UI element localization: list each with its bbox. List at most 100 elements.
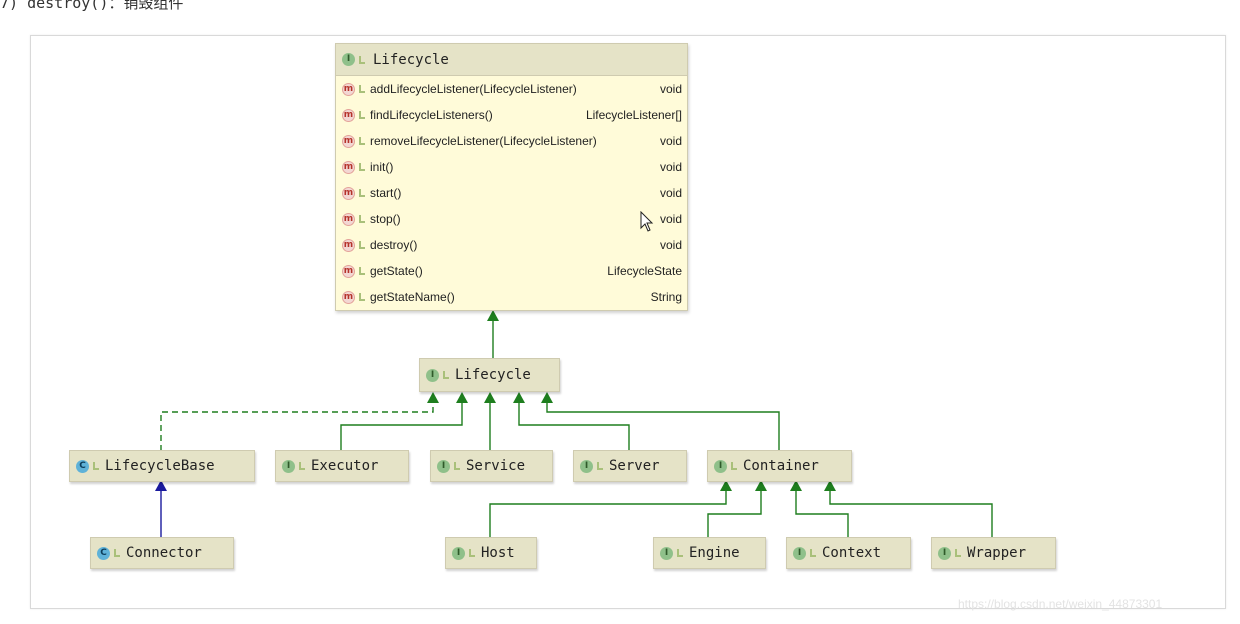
method-name: findLifecycleListeners() [370, 108, 493, 122]
mouse-cursor-icon [640, 211, 654, 232]
public-visibility-icon [359, 293, 365, 301]
method-icon: m [342, 186, 355, 200]
node-lifecycle: I Lifecycle [419, 358, 560, 392]
class-icon: C [97, 546, 110, 560]
public-visibility-icon [955, 549, 961, 557]
interface-icon: I [714, 459, 727, 473]
public-visibility-icon [359, 189, 365, 197]
method-return-type: void [659, 134, 682, 148]
method-icon: m [342, 82, 355, 96]
node-label: Server [609, 458, 660, 474]
node-label: LifecycleBase [105, 458, 215, 474]
edge-service-extends [484, 392, 496, 451]
method-icon: m [342, 108, 355, 122]
edge-connector-extends [155, 480, 167, 538]
method-name: getState() [370, 264, 423, 278]
interface-icon: I [342, 53, 355, 66]
node-label: Context [822, 545, 882, 561]
node-service: I Service [430, 450, 553, 482]
method-return-type: void [659, 212, 682, 226]
method-return-type: LifecycleState [607, 264, 682, 278]
method-return-type: LifecycleListener[] [585, 108, 682, 122]
method-icon: m [342, 160, 355, 174]
method-icon: m [342, 238, 355, 252]
lifecycle-interface-title: Lifecycle [373, 51, 449, 68]
interface-icon: I [426, 368, 439, 382]
public-visibility-icon [359, 241, 365, 249]
edge-lifecycle-extends [487, 310, 499, 358]
method-return-type: void [659, 160, 682, 174]
node-label: Engine [689, 545, 740, 561]
method-row: m removeLifecycleListener(LifecycleListe… [336, 128, 687, 154]
public-visibility-icon [359, 55, 365, 64]
method-icon: m [342, 212, 355, 226]
node-engine: I Engine [653, 537, 766, 569]
node-label: Service [466, 458, 526, 474]
method-icon: m [342, 134, 355, 148]
public-visibility-icon [359, 163, 365, 171]
watermark: https://blog.csdn.net/weixin_44873301 [958, 597, 1163, 611]
interface-icon: I [938, 546, 951, 560]
node-wrapper: I Wrapper [931, 537, 1056, 569]
method-return-type: String [650, 290, 682, 304]
method-name: removeLifecycleListener(LifecycleListene… [370, 134, 597, 148]
method-name: getStateName() [370, 290, 455, 304]
public-visibility-icon [359, 137, 365, 145]
method-row: m init() void [336, 154, 687, 180]
class-icon: C [76, 459, 89, 473]
method-row: m getStateName() String [336, 284, 687, 310]
interface-icon: I [452, 546, 465, 560]
interface-icon: I [660, 546, 673, 560]
edge-server-extends [513, 392, 630, 451]
public-visibility-icon [677, 549, 683, 557]
method-return-type: void [659, 186, 682, 200]
public-visibility-icon [469, 549, 475, 557]
interface-icon: I [282, 459, 295, 473]
method-name: start() [370, 186, 402, 200]
edge-container-extends [541, 392, 780, 451]
method-name: destroy() [370, 238, 418, 252]
method-row: m findLifecycleListeners() LifecycleList… [336, 102, 687, 128]
public-visibility-icon [597, 462, 603, 470]
edge-executor-extends [340, 392, 468, 451]
public-visibility-icon [359, 267, 365, 275]
node-context: I Context [786, 537, 911, 569]
public-visibility-icon [299, 462, 305, 470]
interface-icon: I [580, 459, 593, 473]
node-label: Lifecycle [455, 367, 531, 383]
method-icon: m [342, 290, 355, 304]
method-row: m getState() LifecycleState [336, 258, 687, 284]
lifecycle-interface-header: I Lifecycle [336, 44, 687, 76]
public-visibility-icon [114, 549, 120, 557]
interface-icon: I [793, 546, 806, 560]
node-executor: I Executor [275, 450, 409, 482]
edge-host-extends [489, 480, 732, 538]
public-visibility-icon [359, 85, 365, 93]
public-visibility-icon [454, 462, 460, 470]
edge-lifecyclebase-implements [160, 392, 439, 451]
lifecycle-interface-box: I Lifecycle m addLifecycleListener(Lifec… [335, 43, 688, 311]
method-name: stop() [370, 212, 401, 226]
method-row: m start() void [336, 180, 687, 206]
method-name: addLifecycleListener(LifecycleListener) [370, 82, 577, 96]
public-visibility-icon [810, 549, 816, 557]
node-host: I Host [445, 537, 537, 569]
method-row: m addLifecycleListener(LifecycleListener… [336, 76, 687, 102]
node-label: Executor [311, 458, 379, 474]
edge-context-extends [790, 480, 849, 538]
edge-wrapper-extends [824, 480, 993, 538]
edge-engine-extends [707, 480, 767, 538]
node-container: I Container [707, 450, 852, 482]
method-icon: m [342, 264, 355, 278]
method-return-type: void [659, 238, 682, 252]
interface-icon: I [437, 459, 450, 473]
node-label: Container [743, 458, 819, 474]
public-visibility-icon [359, 111, 365, 119]
public-visibility-icon [93, 462, 99, 470]
node-label: Connector [126, 545, 202, 561]
node-connector: C Connector [90, 537, 234, 569]
method-return-type: void [659, 82, 682, 96]
public-visibility-icon [443, 371, 449, 379]
method-row: m destroy() void [336, 232, 687, 258]
method-name: init() [370, 160, 394, 174]
